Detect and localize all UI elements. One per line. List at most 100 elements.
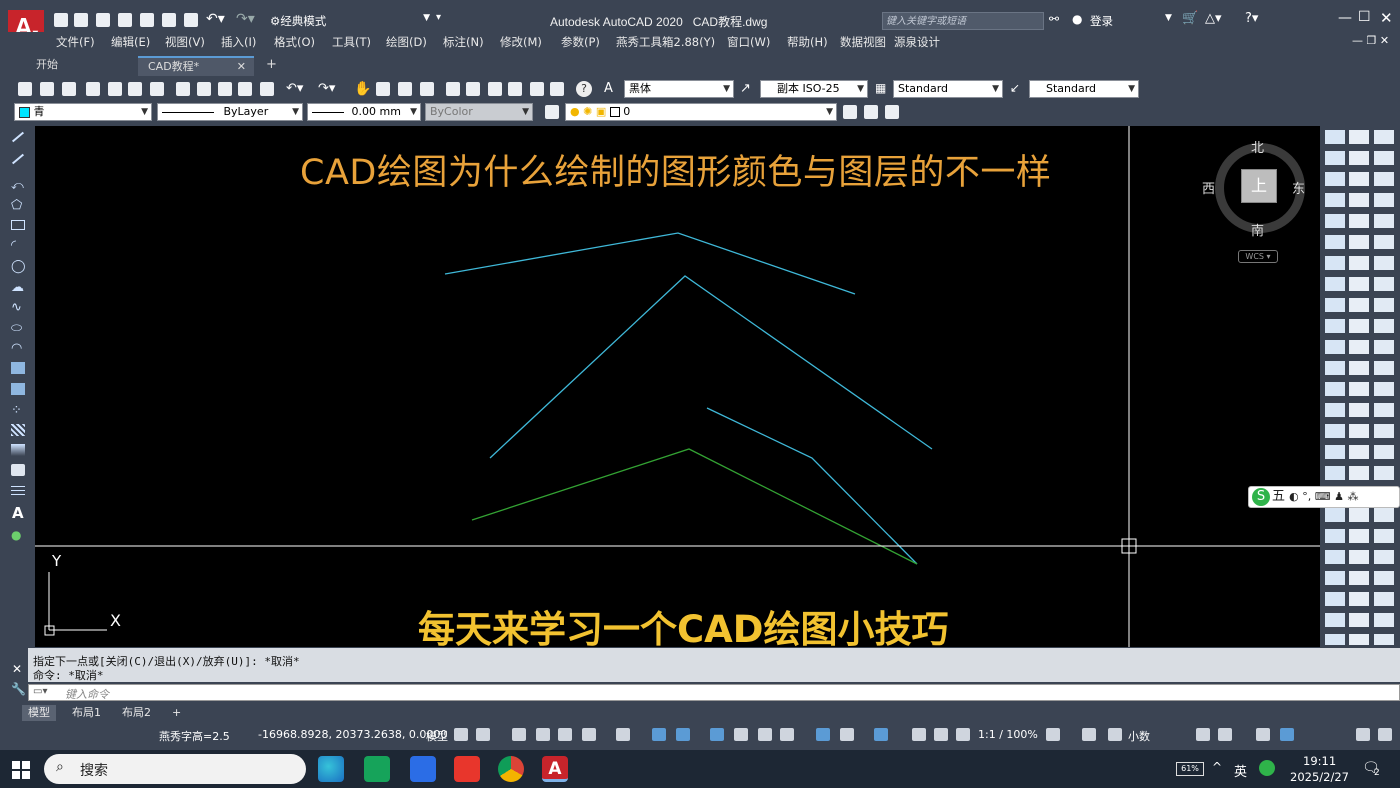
- autocad-taskbar-icon[interactable]: A: [542, 756, 568, 782]
- a360-icon[interactable]: △▾: [1205, 11, 1222, 26]
- viewcube-north[interactable]: 北: [1251, 137, 1264, 156]
- sogou-tray-icon[interactable]: [1259, 760, 1275, 776]
- isodraft-icon[interactable]: [616, 728, 630, 741]
- command-input-box[interactable]: ▭▾ 键入命令: [28, 684, 1400, 701]
- new-tab-button[interactable]: +: [256, 56, 287, 76]
- blockeditor-icon[interactable]: [260, 82, 274, 96]
- saveas-icon[interactable]: [118, 13, 132, 27]
- plotstyle-dropdown[interactable]: ByColor ▼: [425, 103, 533, 121]
- ime-mode[interactable]: 五: [1272, 489, 1285, 504]
- doc-window-controls[interactable]: — ❐ ✕: [1352, 34, 1389, 47]
- redo-icon[interactable]: ↷▾: [318, 81, 335, 96]
- cut-icon[interactable]: [176, 82, 190, 96]
- mleaderstyle-dropdown[interactable]: Standard ▼: [1029, 80, 1139, 98]
- help-icon[interactable]: ?: [576, 81, 592, 97]
- plot-preview-icon[interactable]: [162, 13, 176, 27]
- mtext-tool-icon[interactable]: A: [12, 504, 24, 522]
- menu-format[interactable]: 格式(O): [274, 34, 315, 50]
- viewcube-east[interactable]: 东: [1292, 178, 1305, 197]
- qnew-icon[interactable]: [18, 82, 32, 96]
- ime-toolbar[interactable]: S五 ◐ °, ⌨ ♟ ⁂: [1248, 486, 1400, 508]
- save-icon[interactable]: [96, 13, 110, 27]
- print-icon[interactable]: [184, 13, 198, 27]
- chevron-up-icon[interactable]: ^: [1212, 760, 1222, 774]
- command-settings-icon[interactable]: 🔧: [11, 682, 26, 696]
- menu-help[interactable]: 帮助(H): [787, 34, 828, 50]
- ime-icons[interactable]: ◐ °, ⌨ ♟ ⁂: [1289, 490, 1358, 503]
- color-dropdown[interactable]: 青 ▼: [14, 103, 152, 121]
- chrome-icon[interactable]: [498, 756, 524, 782]
- add-selected-icon[interactable]: ●: [11, 528, 21, 542]
- tab-start[interactable]: 开始: [26, 56, 68, 76]
- lineweight-dropdown[interactable]: 0.00 mm ▼: [307, 103, 421, 121]
- units-icon[interactable]: [1108, 728, 1122, 741]
- text-style-icon[interactable]: A: [604, 81, 613, 96]
- hardware-acceleration-icon[interactable]: [1280, 728, 1294, 741]
- battery-indicator[interactable]: 61%: [1176, 762, 1204, 776]
- polar-icon[interactable]: [582, 728, 596, 741]
- publish-icon[interactable]: [128, 82, 142, 96]
- taskbar-search-box[interactable]: ⌕ 搜索: [44, 754, 306, 784]
- units-status[interactable]: 小数: [1128, 728, 1150, 744]
- new-icon[interactable]: [54, 13, 68, 27]
- isolate-objects-icon[interactable]: [1256, 728, 1270, 741]
- sheetset-icon[interactable]: [508, 82, 522, 96]
- search-box[interactable]: 键入关键字或短语: [882, 12, 1044, 30]
- lock-ui-icon[interactable]: [1218, 728, 1232, 741]
- tab-model[interactable]: 模型: [22, 705, 56, 721]
- menu-window[interactable]: 窗口(W): [727, 34, 770, 50]
- workspace-switch-icon[interactable]: [1046, 728, 1060, 741]
- viewcube-south[interactable]: 南: [1251, 220, 1264, 239]
- binoculars-icon[interactable]: ⚯: [1049, 12, 1059, 26]
- region-tool-icon[interactable]: [11, 464, 25, 476]
- drawing-canvas[interactable]: Y X CAD绘图为什么绘制的图形颜色与图层的不一样 每天来学习一个CAD绘图小…: [35, 126, 1320, 647]
- hatch-tool-icon[interactable]: [11, 424, 25, 436]
- add-layout-button[interactable]: +: [166, 705, 187, 721]
- close-icon[interactable]: ✕: [1380, 9, 1393, 27]
- tab-current-drawing[interactable]: CAD教程* ✕: [138, 56, 254, 76]
- dynamic-input-icon[interactable]: [536, 728, 550, 741]
- rectangle-tool-icon[interactable]: [11, 220, 25, 230]
- designcenter-icon[interactable]: [466, 82, 480, 96]
- plot-icon[interactable]: [86, 82, 100, 96]
- workspace-dropdown[interactable]: ⚙经典模式 ▼: [270, 13, 432, 29]
- tab-layout2[interactable]: 布局2: [116, 705, 157, 721]
- make-block-icon[interactable]: [11, 383, 25, 395]
- edge-icon[interactable]: [318, 756, 344, 782]
- ellipse-tool-icon[interactable]: ⬭: [11, 321, 22, 336]
- wps-icon[interactable]: [454, 756, 480, 782]
- green-polyline[interactable]: [471, 448, 918, 565]
- layer-dropdown[interactable]: ● ✺ ▣ 0 ▼: [565, 103, 837, 121]
- tablestyle-dropdown[interactable]: Standard ▼: [893, 80, 1003, 98]
- insert-block-icon[interactable]: [11, 362, 25, 374]
- model-space-button[interactable]: 模型: [426, 728, 448, 744]
- clock-date[interactable]: 2025/2/27: [1290, 770, 1349, 784]
- object-snap-tracking-icon[interactable]: [652, 728, 666, 741]
- circle-tool-icon[interactable]: ◯: [11, 259, 26, 274]
- selection-cycling-icon[interactable]: [758, 728, 772, 741]
- clean-screen-icon[interactable]: [1356, 728, 1370, 741]
- revcloud-tool-icon[interactable]: ☁: [11, 280, 24, 295]
- preview-icon[interactable]: [108, 82, 122, 96]
- viewcube-west[interactable]: 西: [1202, 178, 1215, 197]
- viewcube-top-face[interactable]: 上: [1241, 169, 1277, 203]
- copy-icon[interactable]: [197, 82, 211, 96]
- properties-icon[interactable]: [446, 82, 460, 96]
- menu-insert[interactable]: 插入(I): [221, 34, 256, 50]
- menu-draw[interactable]: 绘图(D): [386, 34, 427, 50]
- search-input[interactable]: 键入关键字或短语: [883, 16, 966, 27]
- cursor-coordinates[interactable]: -16968.8928, 20373.2638, 0.0000: [258, 728, 447, 741]
- user-icon[interactable]: ●: [1072, 12, 1082, 26]
- menu-edit[interactable]: 编辑(E): [111, 34, 150, 50]
- menu-parametric[interactable]: 参数(P): [561, 34, 600, 50]
- annotation-monitor-icon[interactable]: [1082, 728, 1096, 741]
- annotation-visibility-icon[interactable]: [912, 728, 926, 741]
- cart-icon[interactable]: 🛒: [1182, 11, 1198, 26]
- clock-time[interactable]: 19:11: [1303, 754, 1336, 768]
- grid-icon[interactable]: [454, 728, 468, 741]
- gizmo-icon[interactable]: [874, 728, 888, 741]
- undo-icon[interactable]: ↶▾: [286, 81, 303, 96]
- point-tool-icon[interactable]: ⁘: [11, 403, 22, 418]
- tab-layout1[interactable]: 布局1: [66, 705, 107, 721]
- redo-icon[interactable]: ↷▾: [236, 11, 255, 27]
